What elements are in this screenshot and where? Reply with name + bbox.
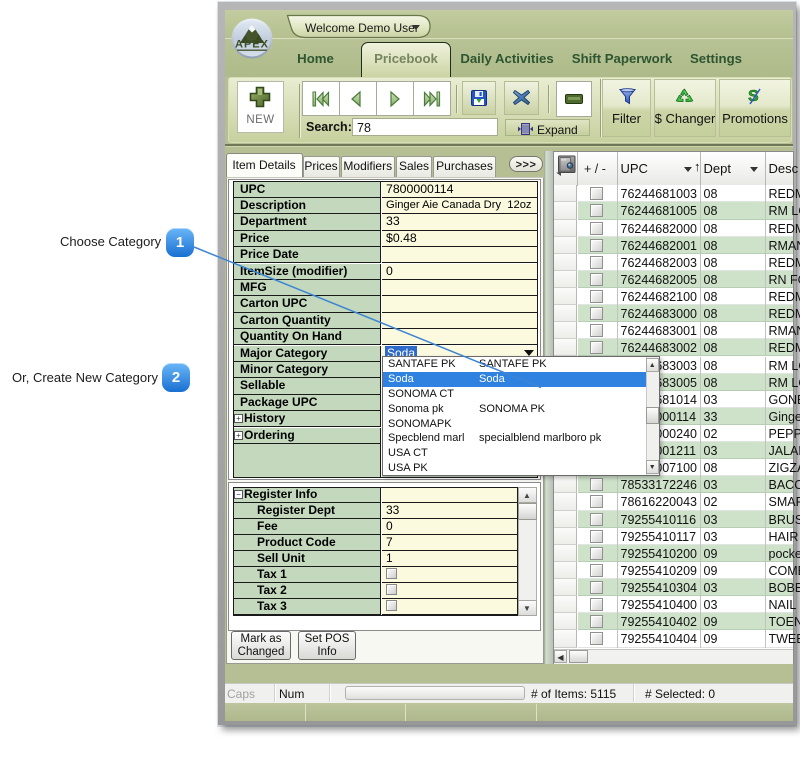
svg-text:S: S [748, 88, 759, 105]
svg-text:APEX: APEX [235, 39, 269, 51]
